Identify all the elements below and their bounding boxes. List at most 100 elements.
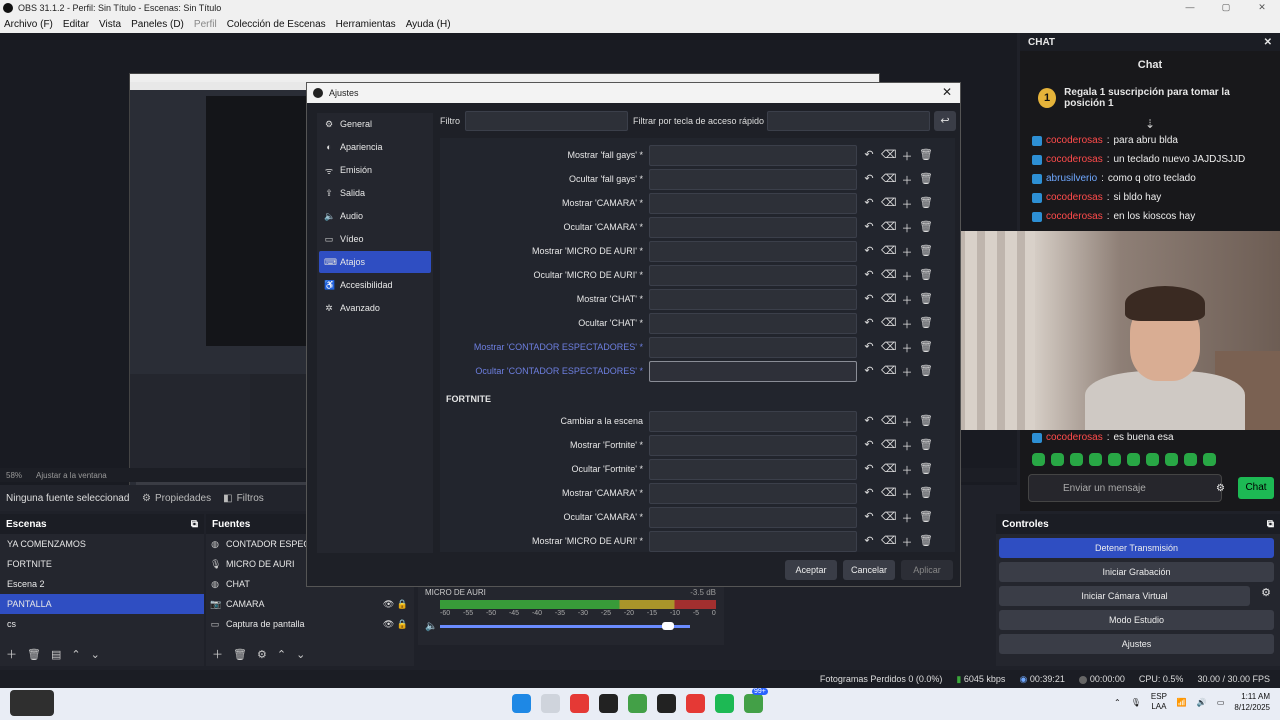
add-icon[interactable]: ＋	[900, 510, 914, 526]
emote-icon[interactable]	[1051, 453, 1064, 466]
undo-icon[interactable]: ↶	[862, 414, 876, 430]
add-icon[interactable]: ＋	[900, 244, 914, 260]
language-indicator[interactable]: ESP LAA	[1151, 692, 1167, 712]
close-icon[interactable]: ✕	[1264, 37, 1272, 48]
chat-username[interactable]: cocoderosas	[1046, 192, 1103, 203]
add-icon[interactable]: ＋	[900, 462, 914, 478]
microphone-icon[interactable]: 🎙	[1131, 698, 1141, 707]
trash-icon[interactable]: 🗑	[919, 462, 933, 478]
filter-icon[interactable]: ▤	[51, 648, 61, 661]
whatsapp-icon[interactable]: 99+	[744, 688, 768, 713]
undo-icon[interactable]: ↶	[862, 486, 876, 502]
source-item[interactable]: 📷 CAMARA 👁 🔒	[206, 594, 414, 614]
chrome-icon[interactable]	[686, 694, 705, 713]
start-virtual-camera-button[interactable]: Iniciar Cámara Virtual	[999, 586, 1250, 606]
apply-button[interactable]: Aplicar	[901, 560, 953, 580]
menu-herramientas[interactable]: Herramientas	[336, 19, 396, 30]
hotkey-input[interactable]	[649, 483, 857, 504]
chevron-down-icon[interactable]: ⌄	[296, 648, 305, 661]
add-icon[interactable]: ＋	[900, 268, 914, 284]
chevron-up-icon[interactable]: ⌃	[71, 648, 80, 661]
add-icon[interactable]: ＋	[900, 220, 914, 236]
trash-icon[interactable]: 🗑	[919, 172, 933, 188]
hotkey-input[interactable]	[649, 313, 857, 334]
menu-editar[interactable]: Editar	[63, 19, 89, 30]
hotkey-input[interactable]	[649, 289, 857, 310]
settings-nav-item[interactable]: ✲ Avanzado	[319, 297, 431, 319]
add-icon[interactable]: ＋	[900, 414, 914, 430]
accept-button[interactable]: Aceptar	[785, 560, 837, 580]
hotkey-input[interactable]	[649, 531, 857, 552]
clear-icon[interactable]: ⌫	[881, 534, 897, 550]
pin-icon[interactable]: ⇣	[1020, 117, 1280, 131]
undock-icon[interactable]: ⧉	[191, 519, 198, 530]
add-icon[interactable]: ＋	[900, 486, 914, 502]
hotkey-input[interactable]	[649, 411, 857, 432]
scene-item[interactable]: YA COMENZAMOS	[0, 534, 204, 554]
chevron-up-icon[interactable]: ⌃	[277, 648, 286, 661]
kick-widget-icon[interactable]	[10, 690, 54, 716]
add-icon[interactable]: ＋	[900, 316, 914, 332]
hotkey-input[interactable]	[649, 337, 857, 358]
scene-item[interactable]: Escena 2	[0, 574, 204, 594]
undo-icon[interactable]: ↶	[862, 268, 876, 284]
undo-icon[interactable]: ↶	[862, 364, 876, 380]
clear-icon[interactable]: ⌫	[881, 196, 897, 212]
settings-nav-item[interactable]: ⚙ General	[319, 113, 431, 135]
undo-icon[interactable]: ↶	[862, 462, 876, 478]
emote-icon[interactable]	[1165, 453, 1178, 466]
app-icon[interactable]	[657, 694, 676, 713]
stop-streaming-button[interactable]: Detener Transmisión	[999, 538, 1274, 558]
clear-icon[interactable]: ⌫	[881, 340, 897, 356]
scene-item[interactable]: FORTNITE	[0, 554, 204, 574]
clear-icon[interactable]: ⌫	[881, 462, 897, 478]
undo-icon[interactable]: ↶	[862, 438, 876, 454]
clear-icon[interactable]: ⌫	[881, 268, 897, 284]
add-icon[interactable]: ＋	[900, 364, 914, 380]
hotkey-input[interactable]	[649, 435, 857, 456]
emote-icon[interactable]	[1127, 453, 1140, 466]
trash-icon[interactable]: 🗑	[919, 510, 933, 526]
filters-button[interactable]: ◧ Filtros	[223, 493, 264, 504]
menu-coleccion-escenas[interactable]: Colección de Escenas	[227, 19, 326, 30]
trash-icon[interactable]: 🗑	[919, 292, 933, 308]
volume-slider-track[interactable]	[440, 625, 690, 628]
trash-icon[interactable]: 🗑	[919, 268, 933, 284]
chat-username[interactable]: cocoderosas	[1046, 135, 1103, 146]
gear-icon[interactable]: ⚙	[257, 648, 267, 661]
spotify-icon[interactable]	[715, 694, 734, 713]
clock[interactable]: 1:11 AM 8/12/2025	[1234, 691, 1270, 713]
chat-input[interactable]: Enviar un mensaje	[1028, 474, 1222, 502]
settings-nav-item[interactable]: ♿ Accesibilidad	[319, 274, 431, 296]
clear-icon[interactable]: ⌫	[881, 172, 897, 188]
undo-icon[interactable]: ↶	[862, 196, 876, 212]
maximize-button[interactable]: ▢	[1208, 0, 1244, 15]
wifi-icon[interactable]: 📶	[1177, 698, 1187, 707]
hotkey-input[interactable]	[649, 459, 857, 480]
emote-icon[interactable]	[1108, 453, 1121, 466]
undo-icon[interactable]: ↶	[862, 244, 876, 260]
start-recording-button[interactable]: Iniciar Grabación	[999, 562, 1274, 582]
close-button[interactable]: ✕	[1244, 0, 1280, 15]
trash-icon[interactable]: 🗑	[919, 148, 933, 164]
eye-icon[interactable]: 👁 🔒	[383, 619, 408, 630]
emote-icon[interactable]	[1070, 453, 1083, 466]
menu-paneles[interactable]: Paneles (D)	[131, 19, 184, 30]
settings-nav-item[interactable]: ⌨ Atajos	[319, 251, 431, 273]
clear-icon[interactable]: ⌫	[881, 414, 897, 430]
emote-icon[interactable]	[1203, 453, 1216, 466]
settings-nav-item[interactable]: ◐ Apariencia	[319, 136, 431, 158]
hotkey-input[interactable]	[649, 265, 857, 286]
add-icon[interactable]: ＋	[6, 646, 17, 662]
studio-mode-button[interactable]: Modo Estudio	[999, 610, 1274, 630]
chat-send-button[interactable]: Chat	[1238, 477, 1274, 499]
hotkey-input[interactable]	[649, 217, 857, 238]
clear-icon[interactable]: ⌫	[881, 510, 897, 526]
eye-icon[interactable]: 👁 🔒	[383, 599, 408, 610]
undo-icon[interactable]: ↶	[862, 172, 876, 188]
volume-slider-handle[interactable]	[662, 622, 674, 630]
clear-icon[interactable]: ⌫	[881, 486, 897, 502]
undo-icon[interactable]: ↶	[862, 534, 876, 550]
settings-nav-item[interactable]: 🔈 Audio	[319, 205, 431, 227]
hotkey-input[interactable]	[649, 169, 857, 190]
